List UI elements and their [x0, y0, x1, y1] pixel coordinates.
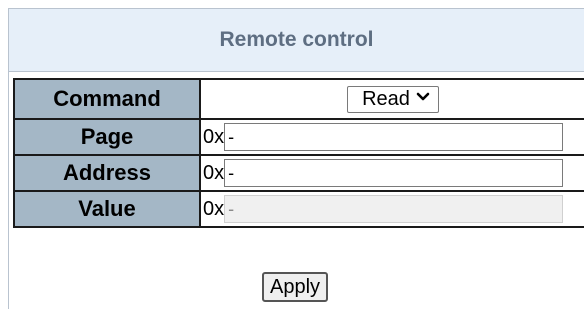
- page-cell: 0x: [200, 118, 584, 155]
- page-label: Page: [13, 118, 201, 156]
- value-cell: 0x: [200, 190, 584, 228]
- page-row: Page 0x: [13, 118, 584, 156]
- remote-control-form: Command Read Page 0x Address 0x Value 0x: [13, 78, 584, 228]
- apply-button[interactable]: Apply: [261, 272, 329, 302]
- address-cell: 0x: [200, 154, 584, 191]
- address-row: Address 0x: [13, 154, 584, 192]
- value-hex-prefix: 0x: [203, 197, 225, 220]
- page-input[interactable]: [224, 123, 564, 151]
- command-select[interactable]: Read: [347, 85, 439, 113]
- value-input: [224, 195, 564, 223]
- chevron-down-icon: [416, 92, 430, 101]
- address-input[interactable]: [224, 159, 564, 187]
- command-row: Command Read: [13, 78, 584, 120]
- command-selected-value: Read: [362, 87, 410, 110]
- command-label: Command: [13, 78, 201, 120]
- apply-area: Apply: [9, 272, 584, 302]
- panel-title: Remote control: [9, 9, 584, 72]
- address-hex-prefix: 0x: [203, 161, 225, 184]
- remote-control-panel: Remote control Command Read Page 0x Addr…: [8, 8, 584, 309]
- command-cell: Read: [200, 78, 584, 119]
- value-label: Value: [13, 190, 201, 228]
- page-hex-prefix: 0x: [203, 125, 225, 148]
- value-row: Value 0x: [13, 190, 584, 228]
- address-label: Address: [13, 154, 201, 192]
